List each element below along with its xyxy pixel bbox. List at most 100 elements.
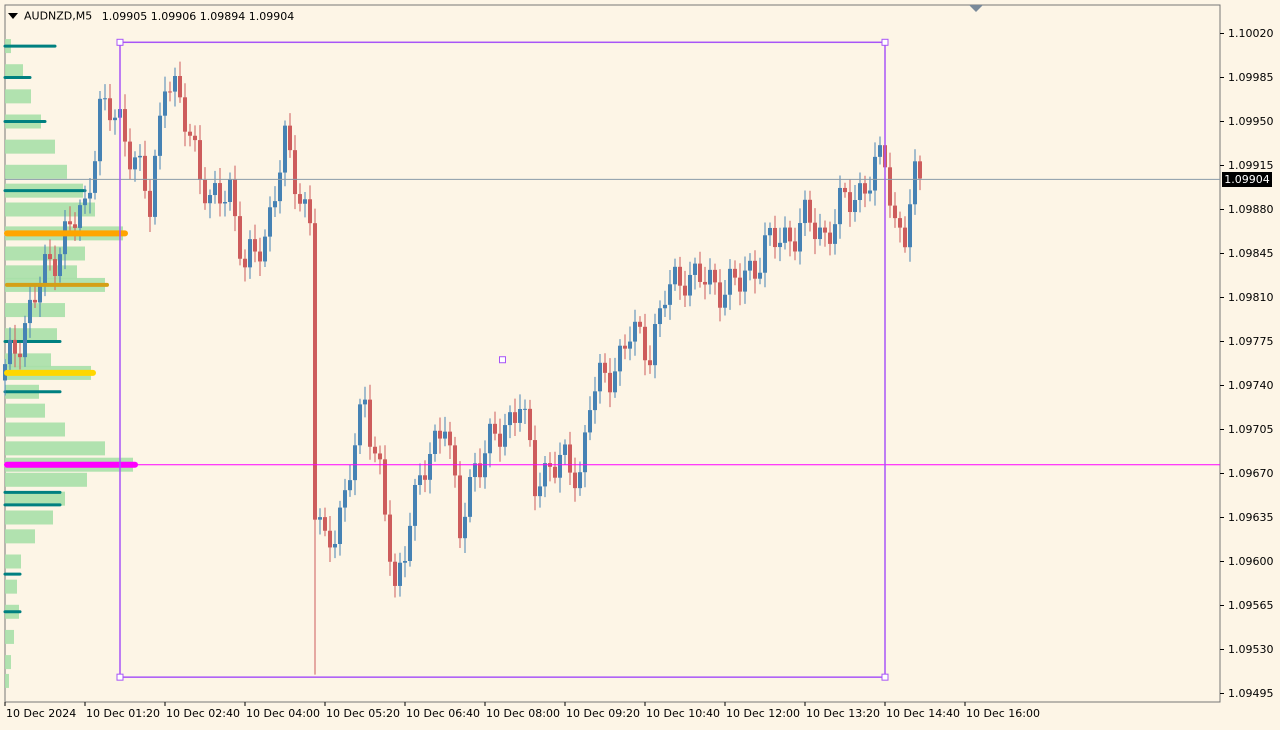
candle-bear: [623, 345, 627, 349]
candle-bull: [248, 239, 252, 268]
candle-bear: [698, 263, 702, 282]
candle-bear: [193, 135, 197, 141]
rectangle-handle: [881, 673, 889, 681]
volume-profile-bar: [5, 164, 67, 179]
candle-bull: [838, 187, 842, 225]
candle-bear: [308, 199, 312, 224]
candle-bear: [493, 423, 497, 434]
candle-bull: [653, 324, 657, 366]
candle-bull: [28, 299, 32, 324]
candle-bull: [768, 227, 772, 236]
candle-bull: [78, 205, 82, 228]
time-label: 10 Dec 01:20: [86, 707, 160, 720]
volume-profile-bar: [5, 265, 77, 280]
candle-bull: [803, 199, 807, 224]
candle-bear: [123, 109, 127, 142]
volume-profile-bar: [5, 403, 45, 418]
candle-bull: [468, 477, 472, 517]
candle-bull: [708, 269, 712, 285]
price-label: 1.09670: [1228, 467, 1274, 480]
candle-bear: [788, 227, 792, 242]
candle-bull: [88, 192, 92, 199]
price-label: 1.09810: [1228, 291, 1274, 304]
candle-bull: [673, 266, 677, 285]
candle-bull: [268, 207, 272, 237]
price-chart[interactable]: [0, 0, 1280, 730]
candle-bear: [218, 183, 222, 204]
candle-bear: [808, 199, 812, 223]
candle-bear: [453, 445, 457, 476]
candle-bear: [168, 91, 172, 93]
candle-bear: [378, 453, 382, 460]
candle-bull: [103, 98, 107, 100]
price-label: 1.09740: [1228, 379, 1274, 392]
candle-bear: [638, 321, 642, 327]
candle-bear: [238, 216, 242, 259]
candle-bear: [458, 475, 462, 539]
candle-bear: [323, 517, 327, 531]
candle-bull: [488, 423, 492, 454]
volume-profile-bar: [5, 472, 87, 487]
price-label: 1.09495: [1228, 687, 1274, 700]
candle-bull: [563, 444, 567, 455]
candle-bear: [528, 408, 532, 441]
time-label: 10 Dec 04:00: [246, 707, 320, 720]
candle-bull: [518, 408, 522, 423]
candle-bull: [93, 161, 97, 193]
symbol-label: AUDNZD,M5: [24, 9, 93, 23]
time-label: 10 Dec 12:00: [726, 707, 800, 720]
candle-bear: [198, 140, 202, 180]
candle-bull: [523, 408, 527, 410]
price-label: 1.09775: [1228, 335, 1274, 348]
candle-bull: [873, 156, 877, 191]
candle-bull: [433, 430, 437, 455]
price-label: 1.09915: [1228, 159, 1274, 172]
candle-bull: [668, 284, 672, 305]
candle-bull: [228, 179, 232, 202]
candle-bear: [893, 205, 897, 219]
candle-bull: [763, 235, 767, 273]
candle-bear: [823, 227, 827, 233]
candle-bull: [613, 371, 617, 393]
time-label: 10 Dec 09:20: [566, 707, 640, 720]
candle-bear: [68, 221, 72, 225]
candle-bear: [178, 76, 182, 98]
candle-bull: [23, 323, 27, 358]
candle-bull: [543, 463, 547, 487]
candle-bear: [243, 258, 247, 268]
candle-bear: [888, 167, 892, 206]
candle-bear: [898, 218, 902, 228]
candle-bull: [418, 475, 422, 485]
candle-bear: [143, 155, 147, 191]
candle-bull: [58, 254, 62, 277]
volume-profile-bar: [5, 422, 65, 437]
candle-bear: [233, 179, 237, 217]
chevron-down-icon[interactable]: [8, 13, 18, 19]
candle-bull: [618, 345, 622, 372]
candle-bull: [783, 227, 787, 243]
candle-bear: [828, 232, 832, 244]
candle-bear: [253, 239, 257, 252]
candle-bear: [533, 440, 537, 497]
price-label: 1.10020: [1228, 27, 1274, 40]
candle-bull: [658, 308, 662, 325]
candle-bull: [338, 507, 342, 545]
candle-bear: [53, 259, 57, 277]
candle-bull: [663, 304, 667, 309]
candle-bull: [583, 432, 587, 473]
candle-bear: [863, 183, 867, 194]
current-price-tag: 1.09904: [1222, 172, 1272, 187]
candle-bull: [333, 544, 337, 548]
candle-bull: [503, 425, 507, 447]
candle-bull: [818, 227, 822, 240]
candle-bear: [188, 131, 192, 136]
candle-bear: [13, 339, 17, 354]
chart-header: AUDNZD,M5 1.09905 1.09906 1.09894 1.0990…: [8, 9, 294, 23]
candle-bull: [398, 562, 402, 586]
candle-bear: [713, 269, 717, 283]
candle-bear: [328, 530, 332, 548]
candle-bull: [413, 484, 417, 526]
candle-bull: [283, 125, 287, 173]
candle-bear: [643, 326, 647, 361]
candle-bull: [353, 445, 357, 481]
